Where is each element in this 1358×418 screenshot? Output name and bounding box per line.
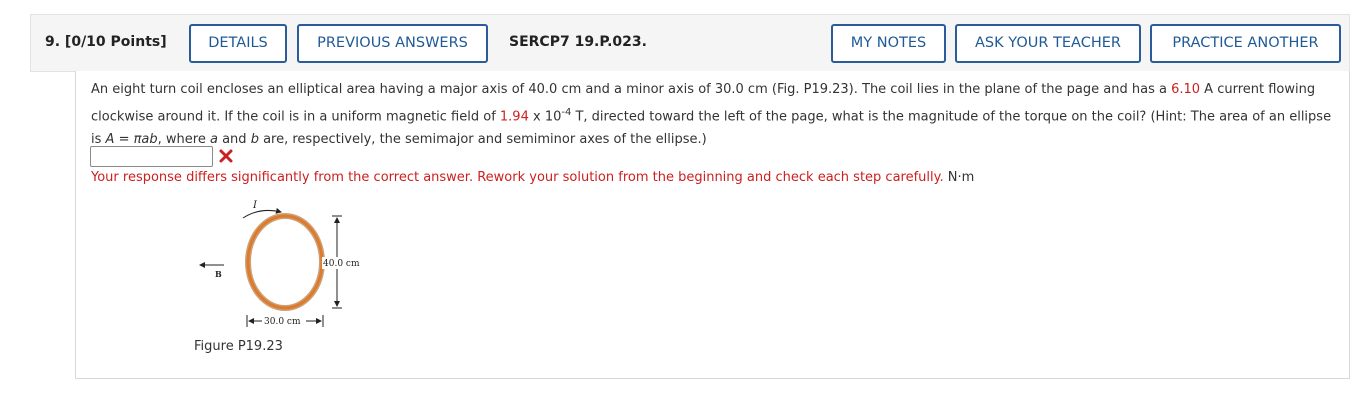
field-label: B bbox=[215, 269, 222, 279]
minor-axis-label: 30.0 cm bbox=[264, 317, 301, 327]
current-label: I bbox=[252, 200, 258, 211]
practice-another-button[interactable]: PRACTICE ANOTHER bbox=[1150, 24, 1341, 63]
field-value: 1.94 bbox=[499, 109, 529, 125]
question-text: An eight turn coil encloses an elliptica… bbox=[91, 78, 1341, 151]
answer-unit: N·m bbox=[947, 170, 975, 185]
problem-code: SERCP7 19.P.023. bbox=[509, 34, 647, 50]
figure-caption: Figure P19.23 bbox=[194, 339, 283, 354]
my-notes-button[interactable]: MY NOTES bbox=[831, 24, 946, 63]
ask-your-teacher-button[interactable]: ASK YOUR TEACHER bbox=[955, 24, 1141, 63]
feedback-message: Your response differs significantly from… bbox=[91, 168, 974, 187]
coil bbox=[246, 214, 324, 310]
answer-input[interactable] bbox=[90, 146, 213, 167]
field-times: x 10 bbox=[528, 109, 562, 125]
current-value: 6.10 bbox=[1171, 82, 1201, 97]
feedback-text: Your response differs significantly from… bbox=[91, 170, 944, 185]
major-axis-label: 40.0 cm bbox=[323, 259, 360, 269]
question-number: 9. [0/10 Points] bbox=[45, 34, 167, 50]
question-text-part: are, respectively, the semimajor and sem… bbox=[258, 132, 707, 148]
figure-p19-23: I B 40.0 cm 30.0 cm bbox=[199, 200, 360, 327]
field-exponent: -4 bbox=[561, 107, 572, 118]
details-button[interactable]: DETAILS bbox=[189, 24, 287, 63]
question-text-part: and bbox=[217, 132, 251, 148]
question-header: 9. [0/10 Points] DETAILS PREVIOUS ANSWER… bbox=[30, 14, 1350, 72]
question-text-part: An eight turn coil encloses an elliptica… bbox=[91, 82, 1172, 97]
var-b: b bbox=[250, 132, 259, 148]
previous-answers-button[interactable]: PREVIOUS ANSWERS bbox=[297, 24, 488, 63]
x-icon bbox=[219, 149, 233, 163]
